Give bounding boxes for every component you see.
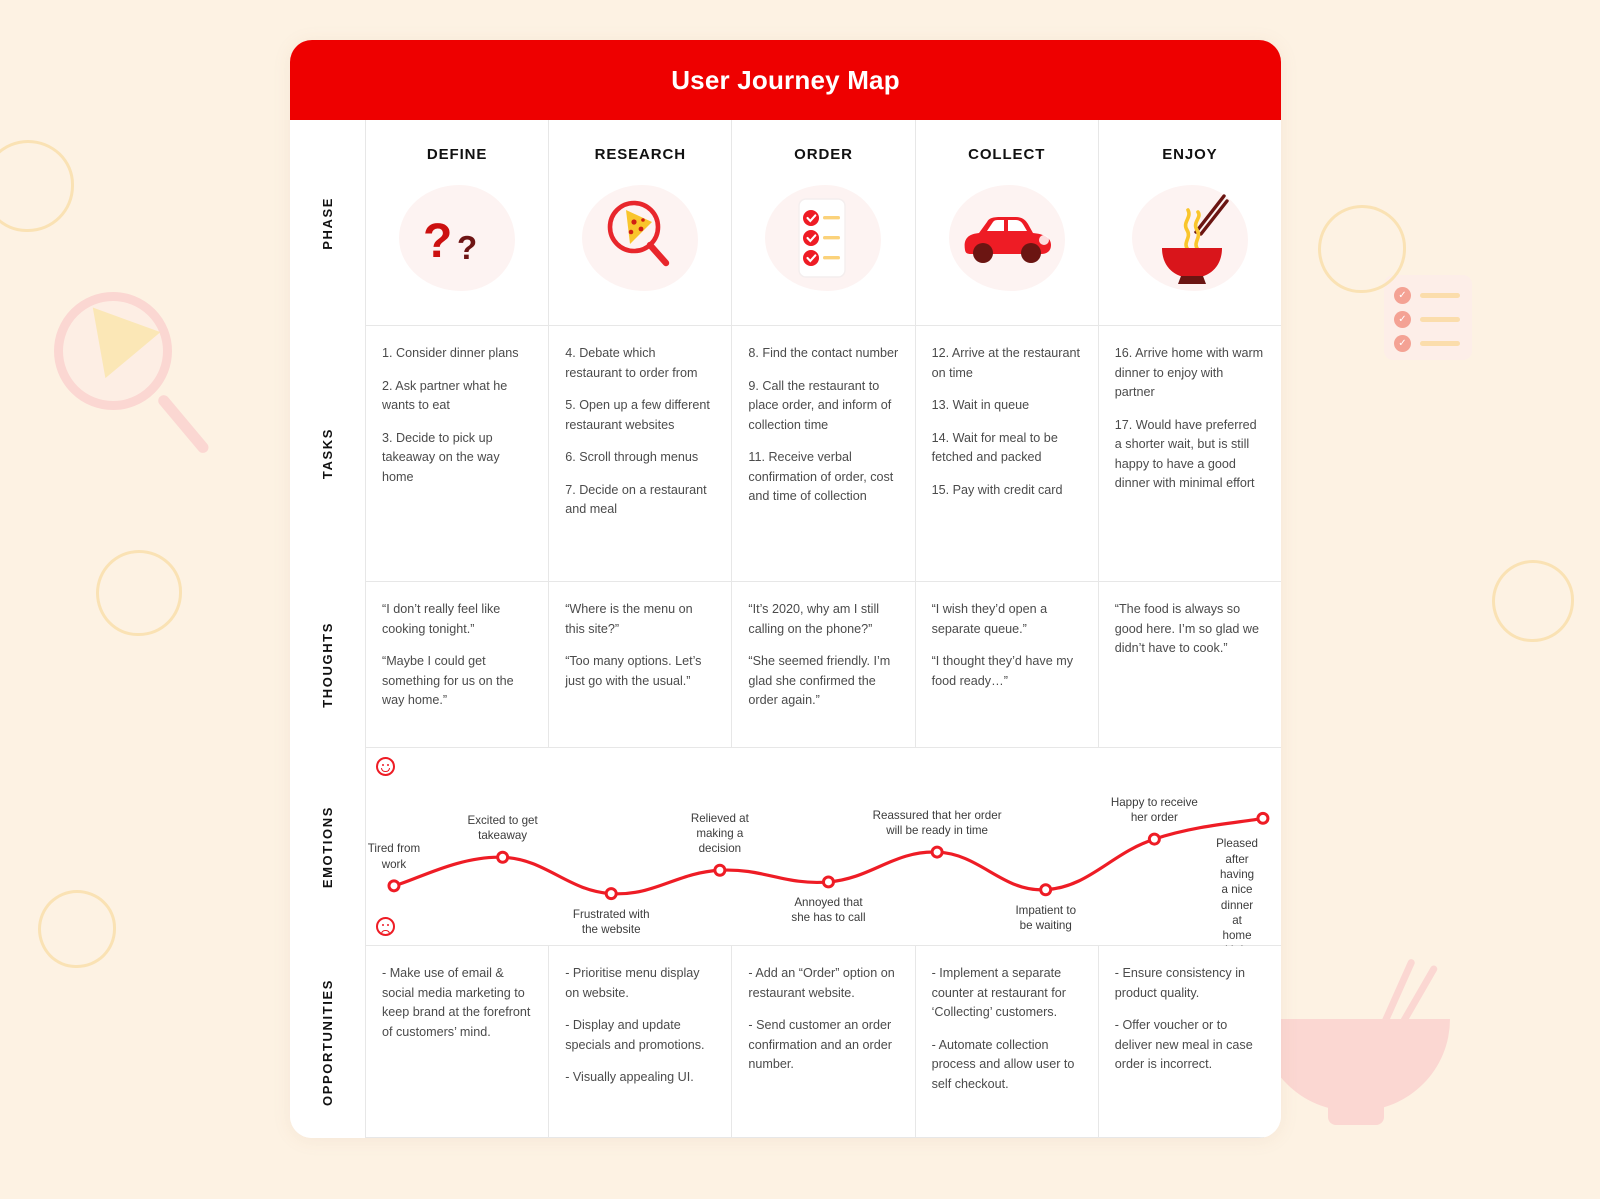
emotion-point-label: Reassured that her order will be ready i… [872,808,1002,837]
background-cookie-icon [1492,560,1574,642]
background-cookie-icon [38,890,116,968]
emotion-data-point [932,847,942,857]
tasks-cell-collect: 12. Arrive at the restaurant on time 13.… [914,326,1098,582]
emotion-data-point [498,852,508,862]
emotion-data-point [1258,813,1268,823]
row-label-emotions: EMOTIONS [290,748,365,946]
emotion-data-point [389,881,399,891]
noodle-bowl-icon [1131,185,1248,291]
phase-cell-order: ORDER [731,120,915,326]
phase-title: DEFINE [426,146,488,163]
emotion-point-label: Annoyed that she has to call [791,896,866,925]
emotion-point-label: Relieved at making a decision [690,811,749,856]
emotion-data-point [1149,834,1159,844]
svg-text:?: ? [457,229,477,266]
tasks-cell-define: 1. Consider dinner plans 2. Ask partner … [365,326,549,582]
emotion-data-point [715,865,725,875]
emotion-data-point [1041,885,1051,895]
page-title: User Journey Map [671,64,900,95]
row-label-tasks: TASKS [290,326,365,582]
opportunities-cell-enjoy: - Ensure consistency in product quality.… [1097,946,1281,1138]
opportunities-cell-collect: - Implement a separate counter at restau… [914,946,1098,1138]
emotion-point-label: Happy to receive her order [1110,795,1198,824]
background-checklist-icon: ✓ ✓ ✓ [1384,275,1472,360]
pizza-magnifier-icon [582,185,699,291]
phase-cell-collect: COLLECT [914,120,1098,326]
thoughts-cell-define: “I don’t really feel like cooking tonigh… [365,582,549,748]
journey-grid: PHASE DEFINE ? ? RESEARCH ORDER COLLECT … [290,120,1281,1138]
emotion-data-point [606,889,616,899]
emotion-point-label: Excited to get takeaway [467,813,538,843]
background-cookie-icon [96,550,182,636]
thoughts-cell-collect: “I wish they’d open a separate queue.” “… [914,582,1098,748]
tasks-cell-order: 8. Find the contact number 9. Call the r… [731,326,915,582]
svg-text:?: ? [423,215,452,268]
phase-title: ORDER [794,146,853,163]
emotion-point-label: Tired from work [367,842,421,871]
car-icon [948,185,1065,291]
card-header: User Journey Map [290,40,1281,120]
background-noodle-bowl-icon [1260,958,1460,1129]
emotion-point-label: Frustrated with the website [572,907,650,937]
journey-map-card: User Journey Map PHASE DEFINE ? ? RESEAR… [290,40,1281,1138]
opportunities-cell-order: - Add an “Order” option on restaurant we… [731,946,915,1138]
phase-title: ENJOY [1162,146,1218,163]
phase-title: RESEARCH [594,146,686,163]
opportunities-cell-define: - Make use of email & social media marke… [365,946,549,1138]
emotion-data-point [823,877,833,887]
emotions-chart: Tired from work Excited to get takeaway Fr… [365,748,1281,973]
phase-title: COLLECT [968,146,1046,163]
thoughts-cell-order: “It’s 2020, why am I still calling on th… [731,582,915,748]
opportunities-cell-research: - Prioritise menu display on website. - … [548,946,732,1138]
phase-cell-research: RESEARCH [548,120,732,326]
tasks-cell-research: 4. Debate which restaurant to order from… [548,326,732,582]
thoughts-cell-enjoy: “The food is always so good here. I’m so… [1097,582,1281,748]
phase-cell-enjoy: ENJOY [1097,120,1281,326]
background-cookie-icon [0,140,74,232]
tasks-cell-enjoy: 16. Arrive home with warm dinner to enjo… [1097,326,1281,582]
background-cookie-icon [1318,205,1406,293]
phase-cell-define: DEFINE ? ? [365,120,549,326]
checklist-icon [765,185,882,291]
emotion-point-label: Impatient to be waiting [1015,903,1077,933]
question-marks-icon: ? ? [399,185,516,291]
row-label-phase: PHASE [290,120,365,326]
background-pizza-magnifier-icon [48,288,211,478]
row-label-thoughts: THOUGHTS [290,582,365,748]
thoughts-cell-research: “Where is the menu on this site?” “Too m… [548,582,732,748]
row-label-opportunities: OPPORTUNITIES [290,946,365,1138]
